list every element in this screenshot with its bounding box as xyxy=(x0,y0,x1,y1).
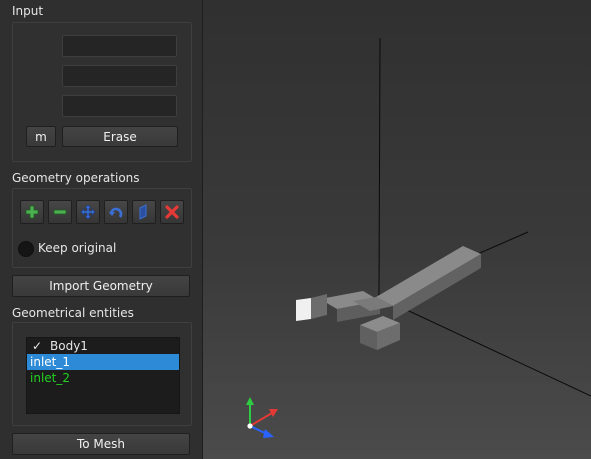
scene-axis-vertical xyxy=(378,37,381,298)
add-geometry-button[interactable] xyxy=(20,200,44,224)
geometry-body[interactable] xyxy=(296,246,481,350)
entity-item-body1[interactable]: ✓ Body1 xyxy=(27,338,179,354)
inlet-face[interactable] xyxy=(296,298,311,321)
scale-geometry-button[interactable] xyxy=(132,200,156,224)
entity-label: inlet_2 xyxy=(30,371,70,385)
entity-list[interactable]: ✓ Body1 inlet_1 inlet_2 xyxy=(26,337,180,414)
left-panel: Input m Erase Geometry operations Keep o… xyxy=(0,0,203,459)
minus-icon xyxy=(53,209,67,215)
scene-canvas xyxy=(246,37,591,438)
geometry-operations-label: Geometry operations xyxy=(12,171,140,185)
delete-geometry-button[interactable] xyxy=(160,200,184,224)
x-axis-icon xyxy=(249,412,273,427)
delete-icon xyxy=(165,205,179,219)
rotate-icon xyxy=(109,207,123,218)
move-geometry-button[interactable] xyxy=(76,200,100,224)
orientation-triad xyxy=(246,397,278,438)
entity-item-inlet-1[interactable]: inlet_1 xyxy=(27,354,179,370)
entity-label: inlet_1 xyxy=(30,355,70,369)
entity-item-inlet-2[interactable]: inlet_2 xyxy=(27,370,179,386)
input-field-2[interactable] xyxy=(62,65,177,87)
erase-button[interactable]: Erase xyxy=(62,126,178,147)
to-mesh-button[interactable]: To Mesh xyxy=(12,433,190,455)
plus-icon xyxy=(25,205,39,219)
input-field-3[interactable] xyxy=(62,95,177,117)
entity-label: Body1 xyxy=(50,339,88,353)
geometrical-entities-label: Geometrical entities xyxy=(12,306,134,320)
unit-button[interactable]: m xyxy=(26,126,56,147)
scale-icon xyxy=(139,204,147,220)
rotate-geometry-button[interactable] xyxy=(104,200,128,224)
input-section-label: Input xyxy=(12,4,44,18)
scene-axis-front xyxy=(378,296,591,397)
checkmark-icon: ✓ xyxy=(32,339,43,353)
subtract-geometry-button[interactable] xyxy=(48,200,72,224)
move-icon xyxy=(80,204,96,220)
import-geometry-button[interactable]: Import Geometry xyxy=(12,275,190,297)
input-field-1[interactable] xyxy=(62,35,177,57)
keep-original-label: Keep original xyxy=(38,241,117,255)
3d-viewport[interactable] xyxy=(203,0,591,459)
keep-original-radio[interactable] xyxy=(18,241,34,257)
